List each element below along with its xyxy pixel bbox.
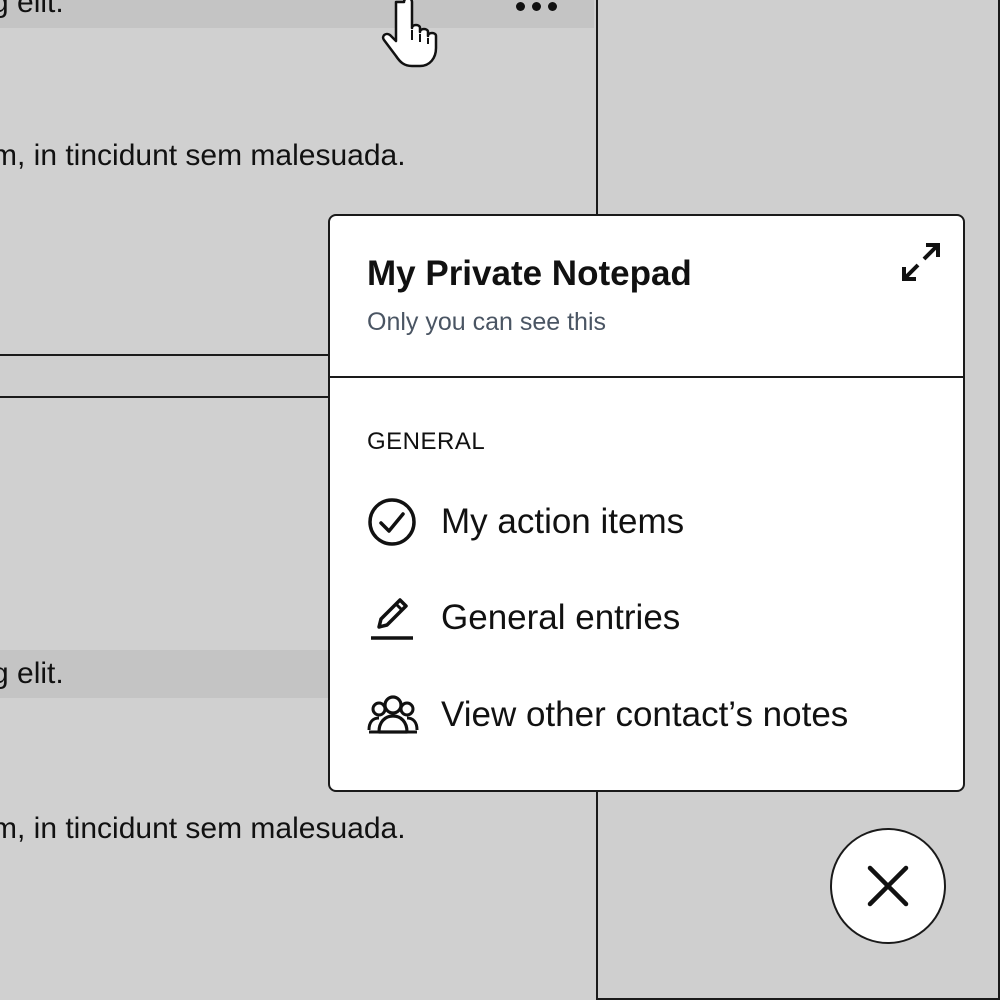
selected-row-highlight: [0, 0, 594, 28]
popover-title: My Private Notepad: [367, 254, 692, 293]
pencil-icon: [367, 592, 419, 644]
row-text: m, in tincidunt sem malesuada.: [0, 139, 406, 172]
menu-item-label: View other contact’s notes: [441, 695, 849, 734]
private-notepad-popover: My Private Notepad Only you can see this…: [328, 214, 965, 792]
menu-item-label: General entries: [441, 598, 681, 637]
expand-button[interactable]: [897, 238, 945, 286]
popover-subtitle: Only you can see this: [367, 308, 607, 336]
row-text: g elit.: [0, 657, 64, 690]
row-text: m, in tincidunt sem malesuada.: [0, 812, 406, 845]
check-circle-icon: [367, 496, 419, 548]
group-icon: [367, 689, 419, 741]
menu-item-my-action-items[interactable]: My action items: [367, 492, 684, 552]
more-horizontal-icon[interactable]: [516, 0, 568, 14]
menu-item-label: My action items: [441, 502, 685, 541]
section-label-general: GENERAL: [367, 428, 486, 455]
row-text: g elit.: [0, 0, 64, 19]
close-button[interactable]: [830, 828, 946, 944]
menu-item-view-other-contacts-notes[interactable]: View other contact’s notes: [367, 685, 848, 745]
popover-header: My Private Notepad Only you can see this: [330, 216, 963, 378]
close-icon: [867, 865, 909, 907]
expand-icon: [902, 243, 940, 281]
hand-pointer-icon: [381, 0, 438, 68]
menu-item-general-entries[interactable]: General entries: [367, 588, 680, 648]
